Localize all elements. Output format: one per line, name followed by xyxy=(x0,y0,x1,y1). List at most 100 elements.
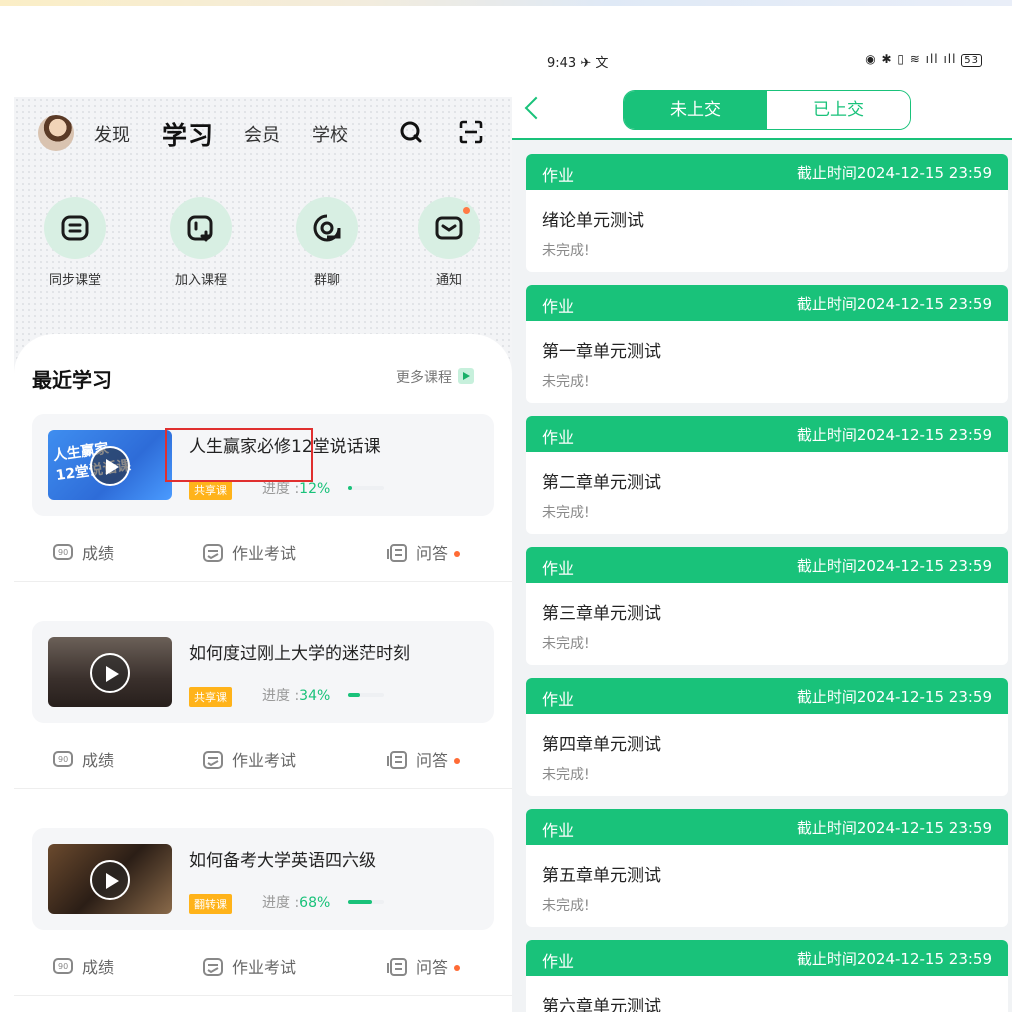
avatar[interactable] xyxy=(38,115,74,151)
progress-label: 进度 : xyxy=(262,481,300,497)
homework-list: 作业 截止时间2024-12-15 23:59 绪论单元测试 未完成! 作业 截… xyxy=(512,140,1012,1012)
course-tag: 翻转课 xyxy=(189,894,232,914)
qa-unread-dot xyxy=(454,551,461,557)
homework-status: 未完成! xyxy=(542,505,590,521)
homework-type: 作业 xyxy=(542,297,575,316)
course-thumbnail[interactable] xyxy=(48,844,172,914)
homework-card-header: 作业 截止时间2024-12-15 23:59 xyxy=(526,678,1008,714)
homework-card-header: 作业 截止时间2024-12-15 23:59 xyxy=(526,940,1008,976)
progress-value: 12% xyxy=(299,481,331,497)
notification-icon xyxy=(418,197,480,259)
clock: 9:43 xyxy=(547,56,577,71)
back-arrow-icon[interactable] xyxy=(524,96,548,120)
quick-sync-class[interactable]: 同步课堂 xyxy=(30,197,120,288)
homework-card-header: 作业 截止时间2024-12-15 23:59 xyxy=(526,809,1008,845)
homework-name: 绪论单元测试 xyxy=(542,211,644,231)
recent-study-title: 最近学习 xyxy=(32,368,112,392)
homework-header: 未上交 已上交 xyxy=(512,88,1012,140)
more-courses-link[interactable]: 更多课程 xyxy=(396,367,474,387)
course-tag: 共享课 xyxy=(189,687,232,707)
quick-group-chat[interactable]: 群聊 xyxy=(282,197,372,288)
homework-name: 第五章单元测试 xyxy=(542,866,661,886)
tab-submitted[interactable]: 已上交 xyxy=(767,91,910,129)
qa-button[interactable]: 问答 xyxy=(386,747,461,771)
tab-unsubmitted[interactable]: 未上交 xyxy=(624,91,767,129)
progress-fill xyxy=(348,900,373,904)
homework-type: 作业 xyxy=(542,821,575,840)
homework-exam-button[interactable]: 作业考试 xyxy=(202,747,296,771)
qa-label: 问答 xyxy=(416,751,449,770)
qa-icon xyxy=(387,751,407,769)
score-button[interactable]: 90 成绩 xyxy=(52,747,114,771)
homework-exam-button[interactable]: 作业考试 xyxy=(202,540,296,564)
scan-icon[interactable] xyxy=(458,119,484,145)
homework-status: 未完成! xyxy=(542,636,590,652)
sync-class-icon xyxy=(44,197,106,259)
score-button[interactable]: 90 成绩 xyxy=(52,954,114,978)
course-thumbnail[interactable] xyxy=(48,637,172,707)
homework-name: 第六章单元测试 xyxy=(542,997,661,1012)
homework-status: 未完成! xyxy=(542,898,590,914)
homework-name: 第二章单元测试 xyxy=(542,473,661,493)
annotation-highlight-box xyxy=(165,428,313,482)
course-title: 如何备考大学英语四六级 xyxy=(189,851,376,871)
homework-deadline: 截止时间2024-12-15 23:59 xyxy=(796,426,992,444)
nav-study[interactable]: 学习 xyxy=(162,116,214,152)
homework-type: 作业 xyxy=(542,166,575,185)
search-icon[interactable] xyxy=(398,119,424,145)
quick-notifications[interactable]: 通知 xyxy=(404,197,494,288)
score-label: 成绩 xyxy=(82,958,115,977)
homework-exam-button[interactable]: 作业考试 xyxy=(202,954,296,978)
qa-button[interactable]: 问答 xyxy=(386,540,461,564)
progress-label: 进度 : xyxy=(262,895,300,911)
quick-label: 同步课堂 xyxy=(48,273,101,288)
submission-tabs: 未上交 已上交 xyxy=(623,90,911,130)
homework-card[interactable]: 作业 截止时间2024-12-15 23:59 第三章单元测试 未完成! xyxy=(526,547,1008,665)
homework-card[interactable]: 作业 截止时间2024-12-15 23:59 第二章单元测试 未完成! xyxy=(526,416,1008,534)
homework-card[interactable]: 作业 截止时间2024-12-15 23:59 绪论单元测试 未完成! xyxy=(526,154,1008,272)
score-button[interactable]: 90 成绩 xyxy=(52,540,114,564)
nav-discover[interactable]: 发现 xyxy=(94,121,130,147)
progress-label: 进度 : xyxy=(262,688,300,704)
homework-list-screen: 9:43 ✈ 文 ◉ ✱ ▯ ≋ ıll ıll 53 未上交 已上交 作业 截… xyxy=(512,40,1012,1012)
qa-icon xyxy=(387,958,407,976)
course-card[interactable]: 如何备考大学英语四六级 翻转课 进度 :68% xyxy=(32,828,494,930)
homework-card[interactable]: 作业 截止时间2024-12-15 23:59 第六章单元测试 xyxy=(526,940,1008,1012)
course-thumbnail[interactable]: 人生赢家12堂说话课 xyxy=(48,430,172,500)
homework-card[interactable]: 作业 截止时间2024-12-15 23:59 第四章单元测试 未完成! xyxy=(526,678,1008,796)
course-title: 如何度过刚上大学的迷茫时刻 xyxy=(189,644,410,664)
course-tag: 共享课 xyxy=(189,480,232,500)
status-bar: 9:43 ✈ 文 ◉ ✱ ▯ ≋ ıll ıll 53 xyxy=(512,40,1012,80)
homework-icon xyxy=(203,958,223,976)
homework-icon xyxy=(203,751,223,769)
course-card[interactable]: 如何度过刚上大学的迷茫时刻 共享课 进度 :34% xyxy=(32,621,494,723)
progress-bar xyxy=(348,900,384,904)
homework-type: 作业 xyxy=(542,690,575,709)
unread-dot xyxy=(461,205,472,216)
nav-school[interactable]: 学校 xyxy=(312,121,348,147)
status-time: 9:43 ✈ 文 xyxy=(547,56,609,71)
battery-icon: 53 xyxy=(961,54,982,67)
homework-icon xyxy=(203,544,223,562)
score-label: 成绩 xyxy=(82,544,115,563)
qa-icon xyxy=(387,544,407,562)
homework-deadline: 截止时间2024-12-15 23:59 xyxy=(796,819,992,837)
study-home-screen: 发现 学习 会员 学校 同步课堂 加入课程 群聊 通知 最近学习 更多课程 人生… xyxy=(14,97,512,1012)
more-courses-label: 更多课程 xyxy=(396,370,452,386)
homework-type: 作业 xyxy=(542,559,575,578)
homework-status: 未完成! xyxy=(542,767,590,783)
qa-button[interactable]: 问答 xyxy=(386,954,461,978)
homework-card[interactable]: 作业 截止时间2024-12-15 23:59 第一章单元测试 未完成! xyxy=(526,285,1008,403)
homework-name: 第三章单元测试 xyxy=(542,604,661,624)
play-icon[interactable] xyxy=(90,860,130,900)
play-icon[interactable] xyxy=(90,653,130,693)
play-icon[interactable] xyxy=(90,446,130,486)
score-icon: 90 xyxy=(53,544,73,560)
progress-bar xyxy=(348,486,384,490)
quick-join-course[interactable]: 加入课程 xyxy=(156,197,246,288)
progress-fill xyxy=(348,693,361,697)
score-label: 成绩 xyxy=(82,751,115,770)
homework-card[interactable]: 作业 截止时间2024-12-15 23:59 第五章单元测试 未完成! xyxy=(526,809,1008,927)
nav-member[interactable]: 会员 xyxy=(244,121,280,147)
course-actions: 90 成绩 作业考试 问答 xyxy=(14,729,512,789)
